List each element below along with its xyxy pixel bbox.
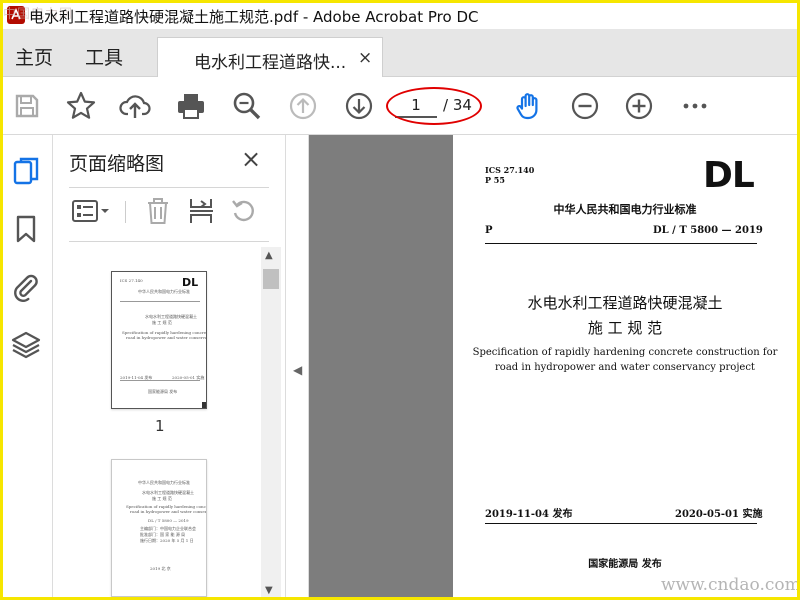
title-bar: 中国电力网 电水利工程道路快硬混凝土施工规范.pdf - Adobe Acrob…: [3, 3, 797, 29]
thumbnails-scrollbar[interactable]: ▲ ▼: [261, 247, 281, 597]
issue-date: 2019-11-04 发布: [485, 509, 573, 520]
page-down-icon[interactable]: [343, 90, 375, 122]
page-thumbnails-panel: 页面缩略图 × ICS 27.140 DL 中华人民共和国电力行业标准 水电水利…: [53, 135, 285, 597]
thumbnail-options-icon[interactable]: [71, 195, 111, 231]
delete-page-icon[interactable]: [143, 195, 173, 231]
more-icon[interactable]: [679, 90, 711, 122]
scroll-down-icon[interactable]: ▼: [265, 585, 273, 596]
thumbnail-dl-logo: DL: [182, 276, 199, 289]
page-number-highlight-circle: [386, 87, 482, 125]
collapse-panel-icon[interactable]: ◀: [293, 363, 302, 377]
tab-document[interactable]: 电水利工程道路快... ×: [157, 37, 383, 78]
standard-code: DL / T 5800 — 2019: [653, 225, 763, 236]
close-tab-icon[interactable]: ×: [358, 48, 372, 68]
header-rule: [485, 243, 757, 244]
ics-code: ICS 27.140 P 55: [485, 165, 534, 185]
tab-tools[interactable]: 工具: [85, 43, 123, 70]
bookmarks-icon[interactable]: [10, 213, 42, 245]
panel-splitter[interactable]: ◀: [285, 135, 309, 597]
thumbnail-resize-handle[interactable]: [202, 402, 206, 408]
thumbnail-page-number: 1: [155, 417, 165, 435]
hand-tool-icon[interactable]: [513, 90, 545, 122]
window-title: 电水利工程道路快硬混凝土施工规范.pdf - Adobe Acrobat Pro…: [29, 8, 479, 26]
insert-page-icon[interactable]: [187, 195, 217, 231]
issuer-line: 国家能源局 发布: [588, 559, 662, 570]
thumbnail-page-1[interactable]: ICS 27.140 DL 中华人民共和国电力行业标准 水电水利工程道路快硬混凝…: [111, 271, 207, 409]
tab-home[interactable]: 主页: [15, 43, 53, 70]
watermark-bottom: www.cndao.com: [661, 575, 797, 595]
p-code: P 55: [485, 175, 505, 185]
zoom-search-icon[interactable]: [231, 90, 263, 122]
dl-standard-mark: DL: [703, 155, 755, 196]
page-up-icon[interactable]: [287, 90, 319, 122]
chinese-title: 水电水利工程道路快硬混凝土 施 工 规 范: [453, 291, 797, 341]
document-view[interactable]: ICS 27.140 P 55 DL 中华人民共和国电力行业标准 P DL / …: [309, 135, 797, 597]
bookmark-star-icon[interactable]: [65, 90, 97, 122]
attachments-icon[interactable]: [10, 271, 42, 303]
navigation-rail: [3, 135, 53, 597]
acrobat-window: 中国电力网 电水利工程道路快硬混凝土施工规范.pdf - Adobe Acrob…: [3, 3, 797, 597]
chinese-title-line-1: 水电水利工程道路快硬混凝土: [527, 294, 723, 312]
effective-date: 2020-05-01 实施: [675, 509, 763, 520]
scroll-up-icon[interactable]: ▲: [265, 250, 273, 261]
toolbar: 1 / 34: [3, 77, 797, 135]
panel-title: 页面缩略图: [69, 153, 165, 175]
english-title: Specification of rapidly hardening concr…: [453, 345, 797, 375]
print-icon[interactable]: [175, 90, 207, 122]
ministry-title: 中华人民共和国电力行业标准: [553, 203, 697, 216]
footer-rule: [485, 523, 757, 524]
zoom-in-icon[interactable]: [623, 90, 655, 122]
panel-divider-2: [69, 241, 269, 242]
document-tab-label: 电水利工程道路快...: [194, 53, 347, 73]
panel-divider: [69, 187, 269, 188]
document-page: ICS 27.140 P 55 DL 中华人民共和国电力行业标准 P DL / …: [453, 135, 797, 597]
close-panel-icon[interactable]: ×: [241, 145, 261, 173]
thumbnail-page-2[interactable]: 中华人民共和国电力行业标准 水电水利工程道路快硬混凝土 施 工 规 范 Spec…: [111, 459, 207, 597]
chinese-title-line-2: 施 工 规 范: [587, 319, 663, 337]
upload-cloud-icon[interactable]: [119, 90, 151, 122]
rotate-page-icon[interactable]: [229, 195, 259, 231]
english-title-line-1: Specification of rapidly hardening concr…: [472, 347, 778, 358]
ics-number: ICS 27.140: [485, 165, 535, 175]
zoom-out-icon[interactable]: [569, 90, 601, 122]
classification-code: P: [485, 225, 493, 236]
english-title-line-2: road in hydropower and water conservancy…: [495, 362, 755, 373]
tab-bar: 主页 工具 电水利工程道路快... ×: [3, 29, 797, 78]
toolbar-separator: [125, 201, 126, 223]
layers-icon[interactable]: [10, 329, 42, 361]
page-thumbnails-icon[interactable]: [10, 155, 42, 187]
scrollbar-thumb[interactable]: [263, 269, 279, 289]
save-icon[interactable]: [11, 90, 43, 122]
